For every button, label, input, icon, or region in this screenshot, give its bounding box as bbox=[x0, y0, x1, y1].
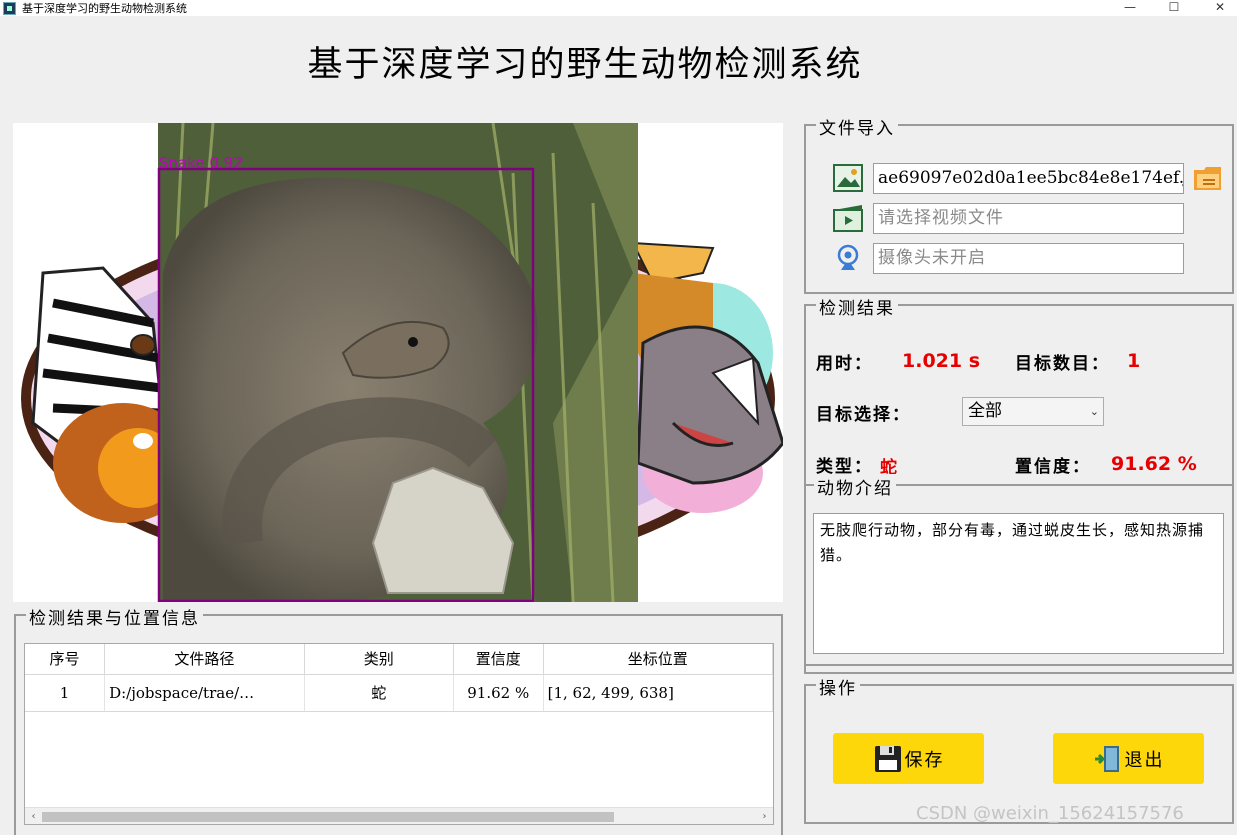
cell-confidence[interactable]: 91.62 % bbox=[453, 674, 544, 712]
count-label: 目标数目： bbox=[1015, 354, 1110, 374]
window-title: 基于深度学习的野生动物检测系统 bbox=[22, 2, 187, 15]
exit-label: 退出 bbox=[1124, 749, 1165, 771]
exit-button[interactable]: 退出 bbox=[1053, 733, 1204, 784]
video-path-field[interactable]: 请选择视频文件 bbox=[873, 203, 1184, 234]
cell-index[interactable]: 1 bbox=[25, 674, 106, 712]
video-file-icon[interactable] bbox=[833, 204, 863, 232]
window-titlebar: 基于深度学习的野生动物检测系统 — ☐ ✕ bbox=[0, 0, 1237, 16]
page-title: 基于深度学习的野生动物检测系统 bbox=[307, 45, 863, 85]
maximize-button[interactable]: ☐ bbox=[1154, 0, 1194, 16]
table-group-title: 检测结果与位置信息 bbox=[26, 604, 203, 629]
col-header-confidence[interactable]: 置信度 bbox=[453, 644, 544, 675]
horizontal-scrollbar[interactable]: ‹ › bbox=[25, 807, 773, 824]
save-label: 保存 bbox=[904, 749, 945, 771]
detection-results-title: 检测结果 bbox=[816, 294, 898, 319]
col-header-class[interactable]: 类别 bbox=[304, 644, 454, 675]
image-file-icon[interactable] bbox=[833, 164, 863, 192]
chevron-down-icon: ⌄ bbox=[1089, 405, 1099, 418]
folder-icon[interactable] bbox=[1193, 164, 1223, 192]
col-header-index[interactable]: 序号 bbox=[25, 644, 106, 675]
minimize-button[interactable]: — bbox=[1110, 0, 1150, 16]
target-select-value: 全部 bbox=[968, 401, 1002, 421]
confidence-label: 置信度： bbox=[1015, 457, 1091, 477]
image-path-field[interactable]: ae69097e02d0a1ee5bc84e8e174ef.jpg bbox=[873, 163, 1184, 194]
exit-door-icon bbox=[1094, 745, 1119, 772]
scroll-right-icon[interactable]: › bbox=[756, 808, 773, 824]
intro-title: 动物介绍 bbox=[814, 474, 896, 499]
watermark: CSDN @weixin_15624157576 bbox=[916, 803, 1184, 824]
actions-title: 操作 bbox=[816, 674, 860, 699]
col-header-path[interactable]: 文件路径 bbox=[104, 644, 305, 675]
camera-icon[interactable] bbox=[835, 244, 861, 272]
cell-position[interactable]: [1, 62, 499, 638] bbox=[543, 674, 773, 712]
save-button[interactable]: 保存 bbox=[833, 733, 984, 784]
cell-path[interactable]: D:/jobspace/trae/… bbox=[104, 674, 305, 712]
count-value: 1 bbox=[1127, 350, 1141, 372]
app-icon bbox=[3, 1, 16, 15]
time-label: 用时： bbox=[816, 354, 873, 374]
cell-class[interactable]: 蛇 bbox=[304, 674, 454, 712]
file-import-title: 文件导入 bbox=[816, 114, 898, 139]
camera-field[interactable]: 摄像头未开启 bbox=[873, 243, 1184, 274]
detection-label: Snake 0.92 bbox=[159, 154, 243, 172]
target-select[interactable]: 全部 ⌄ bbox=[962, 397, 1104, 426]
scrollbar-thumb[interactable] bbox=[42, 812, 614, 822]
scroll-left-icon[interactable]: ‹ bbox=[25, 808, 42, 824]
image-display: Snake 0.92 bbox=[13, 123, 783, 602]
save-icon bbox=[874, 745, 901, 772]
detection-image: Snake 0.92 bbox=[21, 123, 783, 602]
results-table: 序号 文件路径 类别 置信度 坐标位置 1 D:/jobspace/trae/…… bbox=[24, 643, 774, 825]
time-value: 1.021 s bbox=[902, 350, 981, 372]
table-row[interactable]: 1 D:/jobspace/trae/… 蛇 91.62 % [1, 62, 4… bbox=[25, 674, 773, 712]
intro-text[interactable]: 无肢爬行动物，部分有毒，通过蜕皮生长，感知热源捕猎。 bbox=[813, 513, 1224, 654]
col-header-position[interactable]: 坐标位置 bbox=[543, 644, 773, 675]
confidence-value: 91.62 % bbox=[1111, 453, 1197, 475]
close-button[interactable]: ✕ bbox=[1200, 0, 1237, 16]
target-select-label: 目标选择： bbox=[816, 405, 911, 425]
